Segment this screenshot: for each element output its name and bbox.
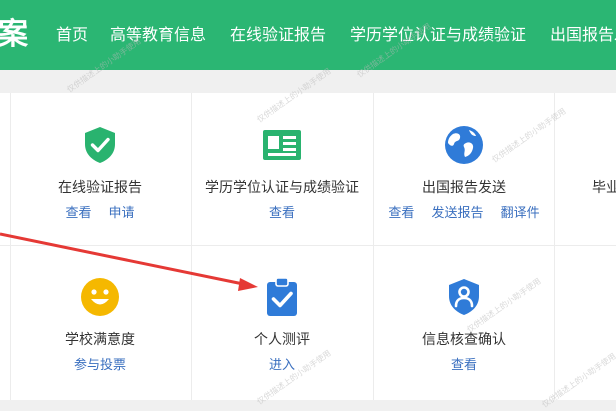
send-report-link[interactable]: 发送报告 [431,206,483,221]
card-links: 查看 [191,203,373,223]
card-links: 查看 [373,355,555,375]
card-title: 出国报告发送 [422,180,506,196]
card-title: 毕业 [592,180,616,196]
view-link[interactable]: 查看 [65,206,91,221]
top-navigation-bar: 案 首页 高等教育信息 在线验证报告 学历学位认证与成绩验证 出国报告发 [0,0,616,70]
card-title: 学历学位认证与成绩验证 [205,180,359,196]
apply-link[interactable]: 申请 [109,206,135,221]
card-links: 查看 发送报告 翻译件 [373,203,555,223]
card-title: 个人测评 [254,332,310,348]
card-school-satisfaction: 学校满意度 参与投票 [9,245,191,397]
card-personal-assessment: 个人测评 进入 [191,245,373,397]
translation-link[interactable]: 翻译件 [501,206,540,221]
nav-degree-certification[interactable]: 学历学位认证与成绩验证 [350,24,526,46]
nav-overseas-report[interactable]: 出国报告发 [550,24,616,46]
globe-icon [444,125,484,165]
view-link[interactable]: 查看 [269,206,295,221]
certificate-card-icon [262,125,302,165]
card-degree-certification: 学历学位认证与成绩验证 查看 [191,93,373,245]
clipboard-check-icon [262,277,302,317]
card-links: 查看 申请 [9,203,191,223]
nav-home[interactable]: 首页 [56,24,88,46]
card-overseas-report: 出国报告发送 查看 发送报告 翻译件 [373,93,555,245]
card-links: 参与投票 [9,355,191,375]
card-links: 进入 [191,355,373,375]
card-info-verification: 信息核查确认 查看 [373,245,555,397]
nav-higher-education-info[interactable]: 高等教育信息 [110,24,206,46]
user-shield-icon [444,277,484,317]
card-graduation: 毕业 [554,93,616,245]
card-title: 学校满意度 [65,332,135,348]
shield-check-icon [80,125,120,165]
site-brand: 案 [0,17,28,52]
vote-link[interactable]: 参与投票 [74,358,126,373]
card-title: 在线验证报告 [58,180,142,196]
smiley-icon [80,277,120,317]
service-grid: 在线验证报告 查看 申请 学历学位认证与成绩验证 查看 出国报告发送 查看 发送… [0,93,616,400]
view-link[interactable]: 查看 [388,206,414,221]
card-online-verification-report: 在线验证报告 查看 申请 [9,93,191,245]
enter-link[interactable]: 进入 [269,358,295,373]
card-title: 信息核查确认 [422,332,506,348]
nav-online-verification-report[interactable]: 在线验证报告 [230,24,326,46]
view-link[interactable]: 查看 [451,358,477,373]
